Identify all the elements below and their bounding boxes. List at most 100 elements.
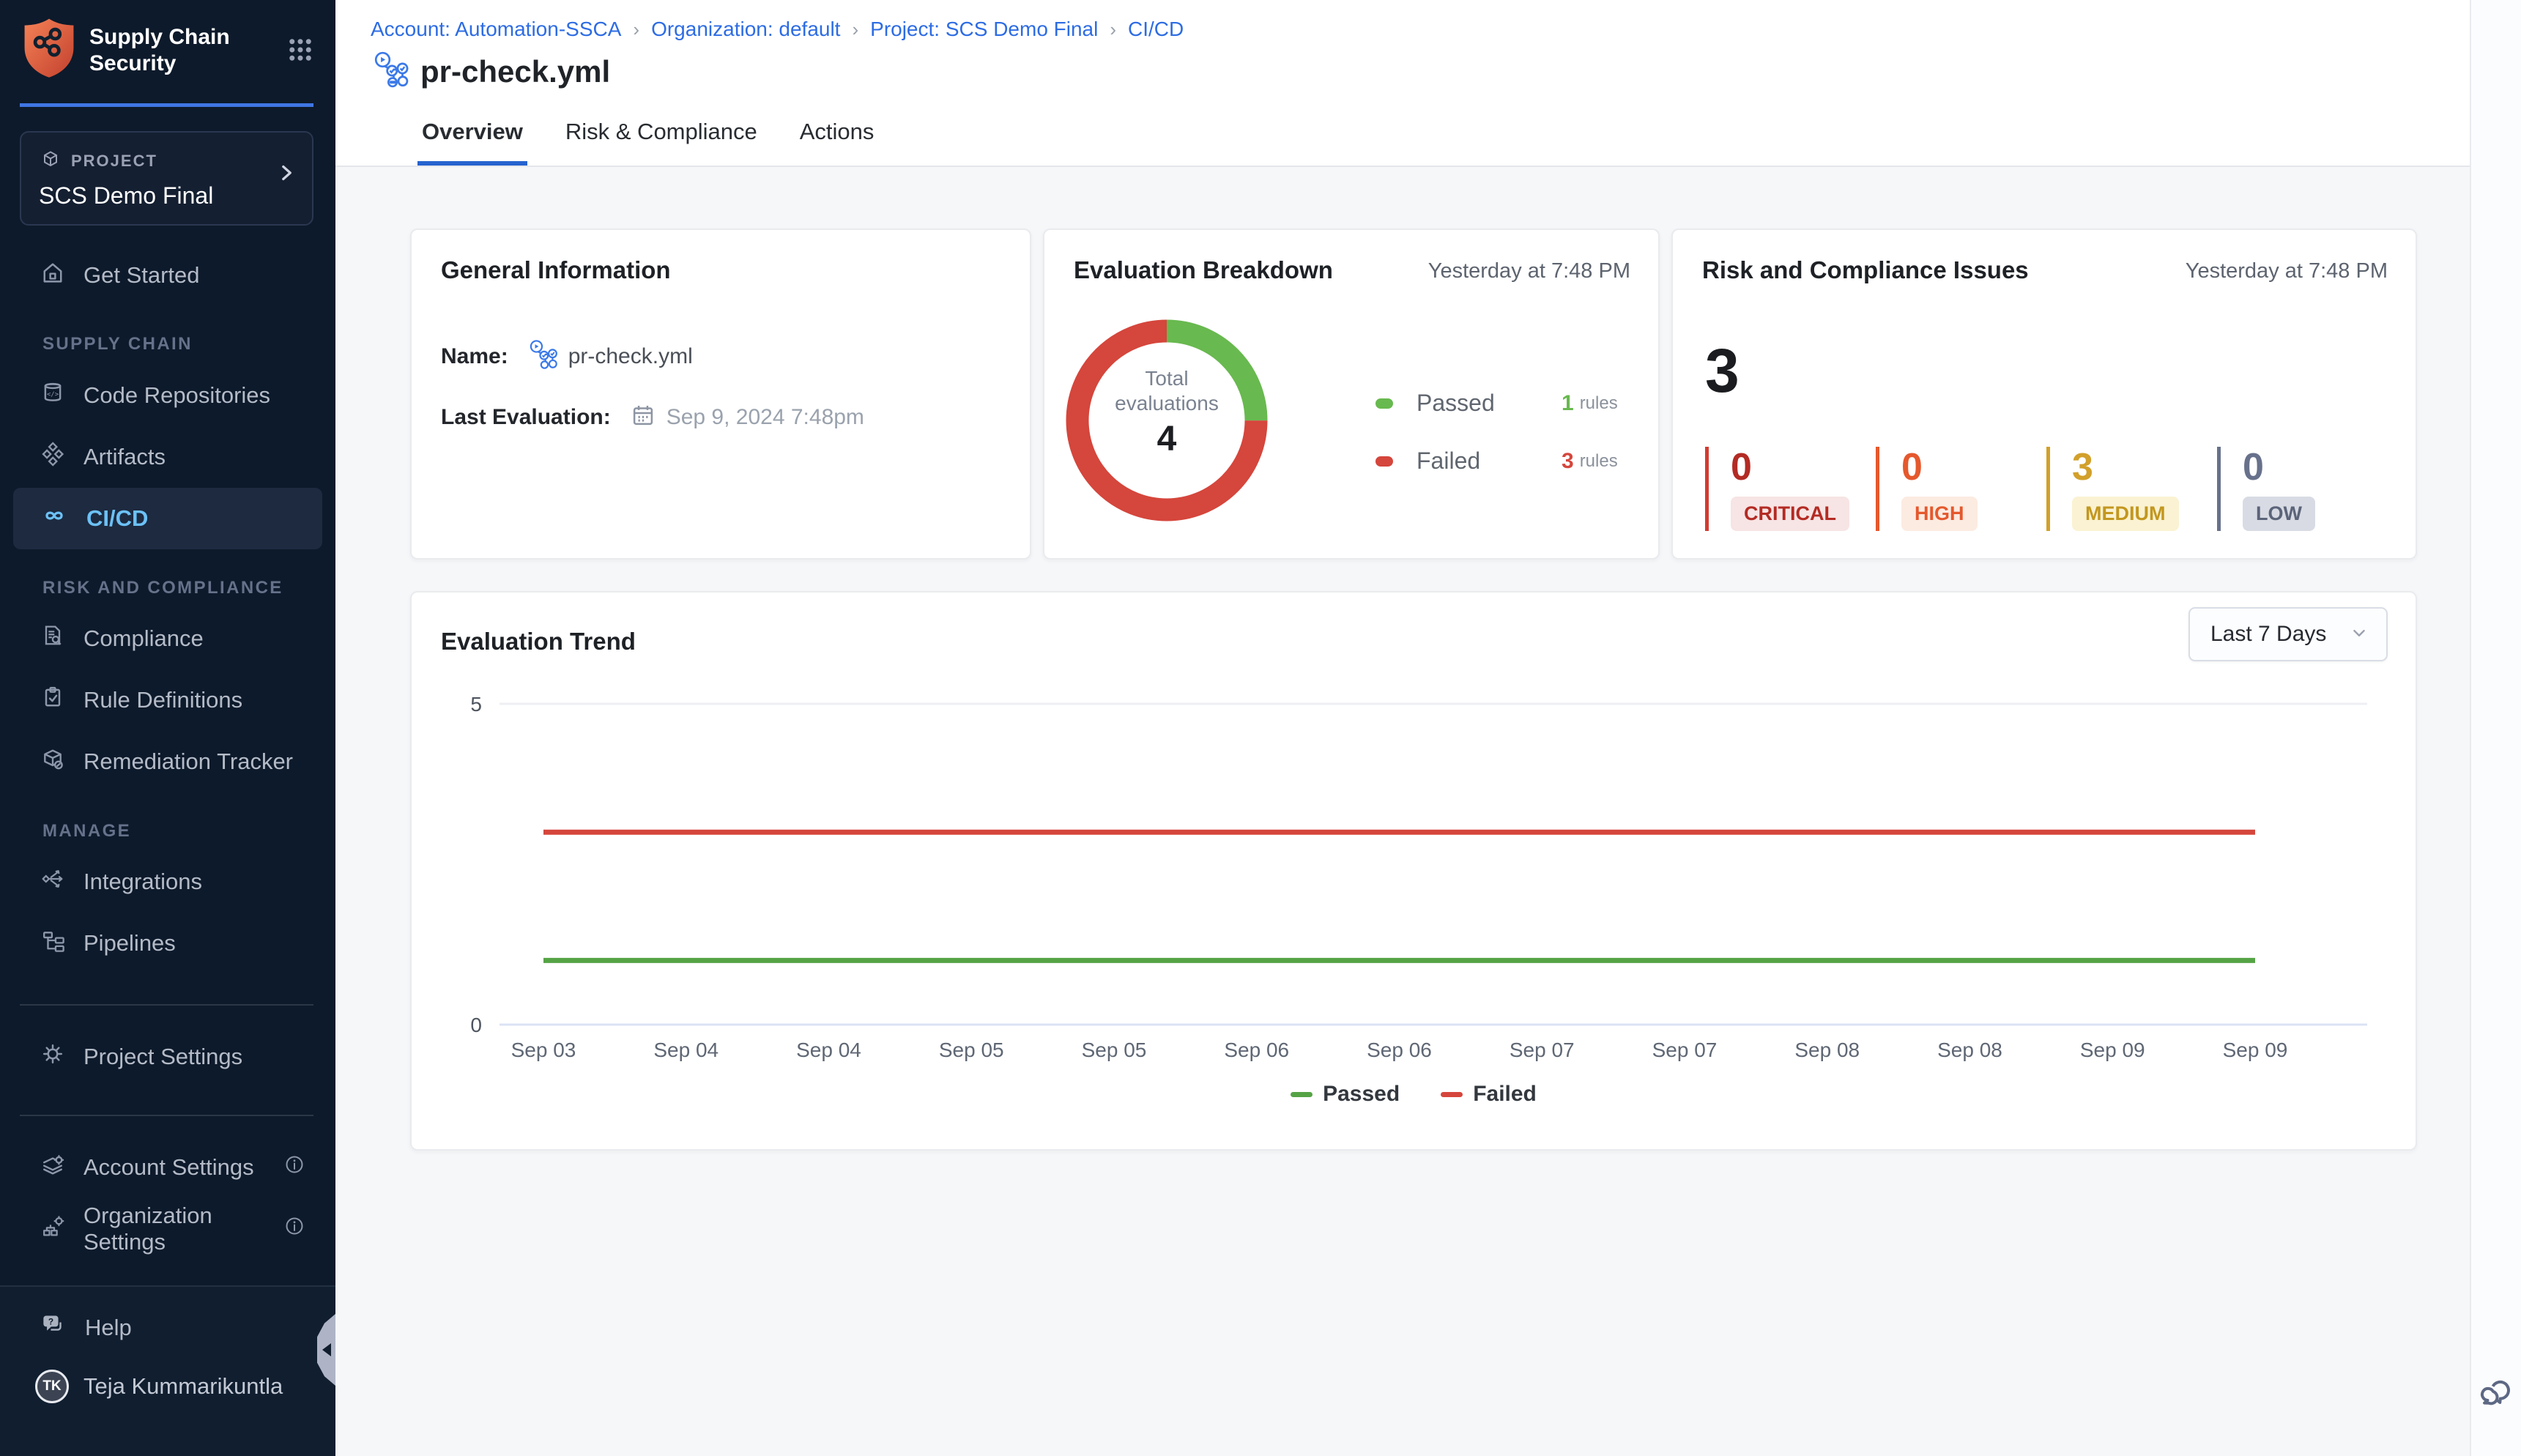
sidebar-item-get-started[interactable]: Get Started xyxy=(0,248,335,303)
severity-low: 0 LOW xyxy=(2217,447,2388,531)
pipeline-dag-icon xyxy=(527,338,559,374)
sidebar-divider xyxy=(20,1115,313,1116)
org-gear-icon xyxy=(40,1213,66,1245)
info-icon[interactable] xyxy=(283,1214,306,1244)
sidebar-item-compliance[interactable]: Compliance xyxy=(0,608,335,669)
svg-text:Sep 06: Sep 06 xyxy=(1367,1039,1432,1061)
card-timestamp: Yesterday at 7:48 PM xyxy=(1428,259,1630,283)
legend-item-failed: Failed xyxy=(1441,1082,1537,1107)
sidebar-item-label: Help xyxy=(85,1315,132,1341)
card-title: Evaluation Breakdown xyxy=(1074,256,1333,284)
sidebar-item-label: Remediation Tracker xyxy=(83,749,293,775)
breakdown-legend: Passed 1 rules Failed 3 rules xyxy=(1375,390,1618,505)
status-badge: MEDIUM xyxy=(2072,497,2179,531)
sidebar-item-help[interactable]: ? Help xyxy=(0,1300,335,1356)
sidebar-item-label: Project Settings xyxy=(83,1044,242,1070)
legend-item-passed: Passed 1 rules xyxy=(1375,390,1618,417)
severity-high: 0 HIGH xyxy=(1876,447,2046,531)
breadcrumb-account[interactable]: Account: Automation-SSCA xyxy=(371,18,621,41)
legend-item-passed: Passed xyxy=(1291,1082,1400,1107)
help-chat-icon: ? xyxy=(40,1311,67,1345)
passed-dot-icon xyxy=(1375,398,1393,409)
sidebar-item-pipelines[interactable]: Pipelines xyxy=(0,913,335,974)
breadcrumb-separator: › xyxy=(852,18,858,41)
avatar: TK xyxy=(35,1370,69,1403)
tab-overview[interactable]: Overview xyxy=(417,119,527,166)
failed-dot-icon xyxy=(1375,456,1393,467)
card-title: Evaluation Trend xyxy=(441,628,636,655)
page-title: pr-check.yml xyxy=(420,54,610,89)
sidebar-item-label: Account Settings xyxy=(83,1154,254,1181)
sidebar-item-rule-definitions[interactable]: Rule Definitions xyxy=(0,669,335,731)
svg-text:Sep 04: Sep 04 xyxy=(653,1039,719,1061)
sidebar-item-label: Rule Definitions xyxy=(83,687,242,713)
info-icon[interactable] xyxy=(283,1153,306,1182)
card-title: General Information xyxy=(441,256,671,284)
clipboard-check-icon xyxy=(40,684,66,716)
sidebar-item-project-settings[interactable]: Project Settings xyxy=(0,1026,335,1088)
content-area: General Information Name: pr-check.yml L… xyxy=(335,167,2470,1456)
failed-line-icon xyxy=(1441,1092,1463,1097)
chat-bubbles-icon[interactable] xyxy=(2476,1370,2517,1415)
app-switcher-grid-icon[interactable] xyxy=(286,35,315,68)
integrations-branch-icon xyxy=(40,866,66,898)
status-badge: CRITICAL xyxy=(1731,497,1849,531)
box-tag-icon xyxy=(40,746,66,778)
code-repository-icon: </> xyxy=(40,379,66,412)
tab-actions[interactable]: Actions xyxy=(795,119,879,166)
sidebar-item-label: Integrations xyxy=(83,869,202,895)
sidebar-item-artifacts[interactable]: Artifacts xyxy=(0,426,335,488)
project-selector-label: PROJECT xyxy=(71,152,157,171)
last-evaluation-label: Last Evaluation: xyxy=(441,405,611,430)
sidebar-item-label: Compliance xyxy=(83,625,204,652)
status-badge: LOW xyxy=(2243,497,2315,531)
status-badge: HIGH xyxy=(1901,497,1978,531)
sidebar-item-label: Pipelines xyxy=(83,930,176,957)
donut-center-text: Total evaluations 4 xyxy=(1086,366,1247,459)
breadcrumb-project[interactable]: Project: SCS Demo Final xyxy=(870,18,1098,41)
date-range-value: Last 7 Days xyxy=(2210,622,2326,647)
svg-text:Sep 04: Sep 04 xyxy=(796,1039,861,1061)
sidebar-item-cicd[interactable]: CI/CD xyxy=(13,488,322,549)
sidebar-item-organization-settings[interactable]: Organization Settings xyxy=(0,1198,335,1260)
severity-critical: 0 CRITICAL xyxy=(1705,447,1876,531)
svg-text:Sep 06: Sep 06 xyxy=(1224,1039,1289,1061)
page-header: Account: Automation-SSCA › Organization:… xyxy=(335,0,2470,167)
trend-line-chart: 50Sep 03Sep 04Sep 04Sep 05Sep 05Sep 06Se… xyxy=(438,666,2392,1076)
sidebar-item-account-settings[interactable]: Account Settings xyxy=(0,1137,335,1198)
project-selector[interactable]: PROJECT SCS Demo Final xyxy=(20,131,313,226)
tab-risk-compliance[interactable]: Risk & Compliance xyxy=(561,119,762,166)
chevron-right-icon xyxy=(274,160,299,189)
right-utility-strip xyxy=(2470,0,2521,1456)
shield-logo-icon xyxy=(21,16,78,84)
user-menu[interactable]: TK Teja Kummarikuntla xyxy=(0,1356,335,1417)
svg-text:Sep 08: Sep 08 xyxy=(1937,1039,2002,1061)
general-information-card: General Information Name: pr-check.yml L… xyxy=(410,229,1031,560)
passed-line-icon xyxy=(1291,1092,1313,1097)
breadcrumb-separator: › xyxy=(1110,18,1116,41)
card-timestamp: Yesterday at 7:48 PM xyxy=(2186,259,2388,283)
sidebar-item-code-repositories[interactable]: </> Code Repositories xyxy=(0,365,335,426)
sidebar-item-remediation-tracker[interactable]: Remediation Tracker xyxy=(0,731,335,792)
svg-text:?: ? xyxy=(48,1316,53,1326)
user-name: Teja Kummarikuntla xyxy=(83,1373,283,1400)
sidebar-item-integrations[interactable]: Integrations xyxy=(0,851,335,913)
infinity-cicd-icon xyxy=(40,501,69,536)
home-icon xyxy=(40,259,66,291)
chevron-down-icon xyxy=(2348,622,2370,647)
breadcrumb-organization[interactable]: Organization: default xyxy=(651,18,840,41)
breadcrumb-cicd[interactable]: CI/CD xyxy=(1128,18,1184,41)
collapse-left-icon xyxy=(322,1343,331,1356)
total-evaluations-value: 4 xyxy=(1086,419,1247,459)
app-title: Supply Chain Security xyxy=(89,24,286,77)
artifacts-diamonds-icon xyxy=(40,441,66,473)
project-selector-name: SCS Demo Final xyxy=(39,182,294,209)
sidebar-accent-divider xyxy=(20,103,313,107)
card-title: Risk and Compliance Issues xyxy=(1702,256,2029,284)
app-logo-row: Supply Chain Security xyxy=(0,0,335,84)
svg-text:Sep 05: Sep 05 xyxy=(1082,1039,1147,1061)
date-range-select[interactable]: Last 7 Days xyxy=(2188,607,2388,661)
gear-icon xyxy=(40,1041,66,1073)
severity-medium: 3 MEDIUM xyxy=(2046,447,2217,531)
sidebar-item-label: CI/CD xyxy=(86,505,148,532)
